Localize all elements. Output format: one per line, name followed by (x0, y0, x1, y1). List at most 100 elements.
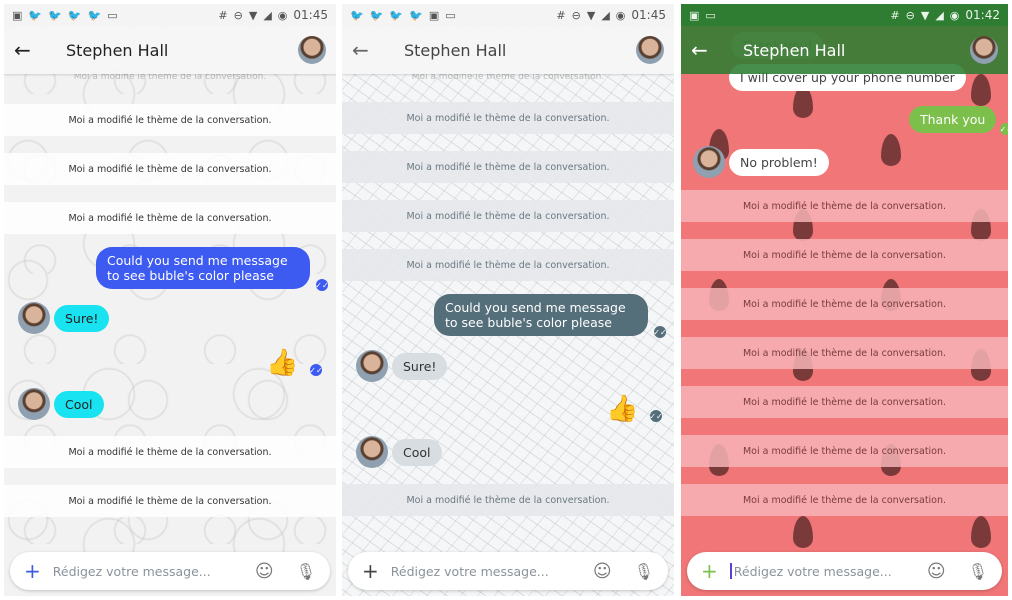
outgoing-emoji-message[interactable]: 👍 ✓✓ (606, 394, 663, 424)
message-list: Moi a modifié le thème de la conversatio… (4, 74, 336, 546)
microphone-icon[interactable]: 🎙 (968, 562, 988, 581)
clock: 01:45 (293, 8, 328, 22)
battery-icon: ◉ (277, 8, 288, 22)
system-message: Moi a modifié le thème de la conversatio… (681, 386, 1008, 418)
system-message: Moi a modifié le thème de la conversatio… (4, 202, 336, 234)
sender-avatar (356, 436, 388, 468)
message-bubble[interactable]: No problem! (729, 148, 829, 176)
back-arrow-icon[interactable]: ← (352, 38, 382, 62)
contact-name[interactable]: Stephen Hall (404, 41, 506, 60)
system-message: Moi a modifié le thème de la conversatio… (4, 104, 336, 136)
image-notification-icon: ▣ (689, 8, 700, 22)
outgoing-message[interactable]: Thank you ✓✓ (909, 106, 1008, 135)
dnd-icon: ⊖ (905, 8, 915, 22)
robot-icon: ▭ (107, 8, 118, 22)
contact-avatar[interactable] (970, 36, 998, 64)
contact-avatar[interactable] (298, 36, 326, 64)
message-list: I will cover up your phone number Thank … (681, 64, 1008, 546)
message-composer[interactable]: + Rédigez votre message... ☺ 🎙 (687, 552, 1002, 590)
system-message: Moi a modifié le thème de la conversatio… (342, 102, 674, 134)
system-message: Moi a modifié le thème de la conversatio… (4, 436, 336, 468)
incoming-message[interactable]: Cool (356, 436, 442, 468)
twitter-icon: 🐦 (369, 8, 384, 22)
plus-icon[interactable]: + (701, 559, 718, 583)
twitter-icon: 🐦 (67, 8, 82, 22)
plus-icon[interactable]: + (24, 559, 41, 583)
dnd-icon: ⊖ (571, 8, 581, 22)
emoji-icon[interactable]: ☺ (255, 561, 274, 582)
incoming-message[interactable]: Sure! (18, 302, 110, 334)
outgoing-message[interactable]: Could you send me message to see buble's… (96, 247, 329, 291)
system-message: Moi a modifié le thème de la conversatio… (681, 239, 1008, 271)
twitter-icon: 🐦 (350, 8, 364, 22)
message-input[interactable]: Rédigez votre message... (391, 564, 593, 579)
system-message: Moi a modifié le thème de la conversatio… (681, 288, 1008, 320)
outgoing-emoji-message[interactable]: 👍 ✓✓ (266, 348, 323, 378)
incoming-message[interactable]: Sure! (356, 350, 448, 382)
signal-icon: ◢ (263, 8, 272, 22)
twitter-icon: 🐦 (409, 8, 423, 22)
image-notification-icon: ▣ (12, 8, 23, 22)
back-arrow-icon[interactable]: ← (691, 38, 721, 62)
sender-avatar (356, 350, 388, 382)
robot-icon: ▭ (445, 8, 456, 22)
message-bubble[interactable]: Thank you (909, 106, 997, 133)
twitter-icon: 🐦 (48, 8, 62, 22)
contact-name[interactable]: Stephen Hall (66, 41, 168, 60)
wifi-icon: ▼ (248, 8, 258, 22)
system-message: Moi a modifié le thème de la conversatio… (4, 485, 336, 517)
system-message: Moi a modifié le thème de la conversatio… (342, 151, 674, 183)
chat-header: ← Stephen Hall (681, 26, 1008, 74)
message-input[interactable]: Rédigez votre message... (734, 564, 927, 579)
thumbs-up-icon: 👍 (606, 394, 639, 424)
system-message: Moi a modifié le thème de la conversatio… (681, 484, 1008, 516)
dnd-icon: ⊖ (233, 8, 243, 22)
battery-icon: ◉ (949, 8, 960, 22)
twitter-icon: 🐦 (87, 8, 102, 22)
message-bubble[interactable]: Could you send me message to see buble's… (96, 247, 310, 289)
microphone-icon[interactable]: 🎙 (296, 562, 316, 581)
incoming-message[interactable]: No problem! (693, 146, 829, 178)
message-bubble[interactable]: Cool (54, 390, 104, 418)
message-composer[interactable]: + Rédigez votre message... ☺ 🎙 (348, 552, 668, 590)
message-composer[interactable]: + Rédigez votre message... ☺ 🎙 (10, 552, 330, 590)
chat-header: ← Stephen Hall (4, 26, 336, 74)
system-message: Moi a modifié le thème de la conversatio… (4, 153, 336, 185)
plus-icon[interactable]: + (362, 559, 379, 583)
wifi-icon: ▼ (920, 8, 930, 22)
message-input[interactable]: Rédigez votre message... (53, 564, 255, 579)
read-check-icon: ✓✓ (653, 326, 667, 338)
sender-avatar (693, 146, 725, 178)
system-message: Moi a modifié le thème de la conversatio… (342, 484, 674, 516)
incoming-message[interactable]: Cool (18, 388, 104, 420)
emoji-icon[interactable]: ☺ (593, 561, 612, 582)
twitter-icon: 🐦 (389, 8, 404, 22)
message-bubble[interactable]: Sure! (54, 304, 110, 332)
contact-name[interactable]: Stephen Hall (743, 41, 845, 60)
system-message: Moi a modifié le thème de la conversatio… (681, 435, 1008, 467)
outgoing-message[interactable]: Could you send me message to see buble's… (434, 294, 667, 338)
message-bubble[interactable]: Sure! (392, 352, 448, 380)
phone-squiggle-theme: 🐦 🐦 🐦 🐦 ▣ ▭ # ⊖ ▼ ◢ ◉ 01:45 ← Stephen Ha… (342, 4, 674, 596)
phone-doodle-theme: ▣ 🐦 🐦 🐦 🐦 ▭ # ⊖ ▼ ◢ ◉ 01:45 ← Stephen Ha… (4, 4, 336, 596)
system-message: Moi a modifié le thème de la conversatio… (342, 249, 674, 281)
clock: 01:45 (631, 8, 666, 22)
system-message: Moi a modifié le thème de la conversatio… (681, 190, 1008, 222)
contact-avatar[interactable] (636, 36, 664, 64)
read-check-icon: ✓✓ (315, 279, 329, 291)
image-notification-icon: ▣ (428, 8, 440, 22)
back-arrow-icon[interactable]: ← (14, 38, 44, 62)
message-bubble[interactable]: Cool (392, 438, 442, 466)
emoji-icon[interactable]: ☺ (927, 561, 946, 582)
read-check-icon: ✓✓ (649, 410, 663, 422)
status-bar: 🐦 🐦 🐦 🐦 ▣ ▭ # ⊖ ▼ ◢ ◉ 01:45 (342, 4, 674, 26)
microphone-icon[interactable]: 🎙 (634, 562, 654, 581)
read-check-icon: ✓✓ (1000, 123, 1008, 135)
hash-icon: # (218, 8, 228, 22)
chat-header: ← Stephen Hall (342, 26, 674, 74)
message-bubble[interactable]: Could you send me message to see buble's… (434, 294, 648, 336)
sender-avatar (18, 302, 50, 334)
signal-icon: ◢ (935, 8, 944, 22)
system-message: Moi a modifié le thème de la conversatio… (681, 337, 1008, 369)
robot-icon: ▭ (705, 8, 716, 22)
